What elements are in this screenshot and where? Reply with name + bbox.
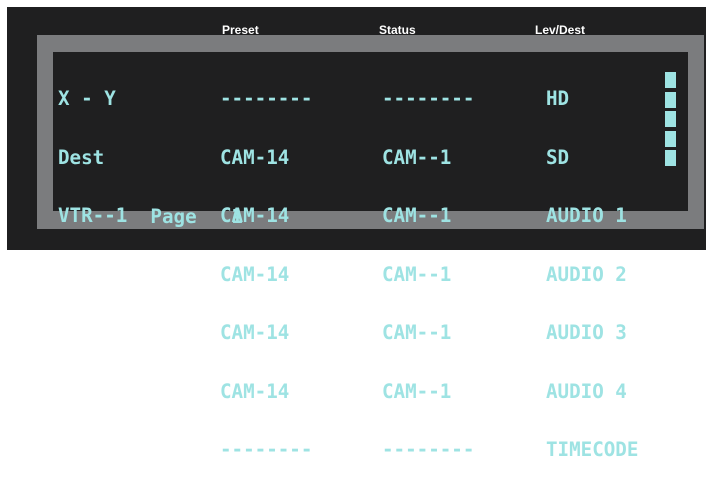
control-panel-display: Preset Status Lev/Dest X - Y Dest VTR--1… xyxy=(7,7,706,459)
lev-dest-column: HD SD AUDIO 1 AUDIO 2 AUDIO 3 AUDIO 4 TI… xyxy=(546,50,638,499)
dest-label: Dest xyxy=(58,145,105,169)
xy-label: X - Y xyxy=(58,87,116,110)
level-row-audio-2[interactable]: AUDIO 2 xyxy=(546,264,638,285)
preset-row[interactable]: CAM-14 xyxy=(220,264,312,285)
audio-4-selected-indicator xyxy=(665,150,676,166)
status-column: -------- CAM--1 CAM--1 CAM--1 CAM--1 CAM… xyxy=(382,50,474,499)
page-indicator[interactable]: Page 1 xyxy=(58,187,242,246)
level-row-audio-3[interactable]: AUDIO 3 xyxy=(546,323,638,343)
lcd-screen: X - Y Dest VTR--1 Page 1 -------- CAM-14… xyxy=(53,52,688,459)
audio-2-selected-indicator xyxy=(665,111,676,127)
status-row: CAM--1 xyxy=(382,145,452,169)
preset-row[interactable]: CAM-14 xyxy=(220,206,312,226)
preset-row[interactable]: CAM-14 xyxy=(220,147,312,168)
status-row: CAM--1 xyxy=(382,262,452,286)
audio-3-selected-indicator xyxy=(665,130,676,147)
sd-selected-indicator xyxy=(665,72,676,88)
status-row: CAM--1 xyxy=(382,321,452,344)
level-row-audio-4[interactable]: AUDIO 4 xyxy=(546,381,638,402)
display-bezel: X - Y Dest VTR--1 Page 1 -------- CAM-14… xyxy=(37,35,704,459)
status-row: -------- xyxy=(382,87,475,110)
status-row: CAM--1 xyxy=(382,204,452,227)
preset-column: -------- CAM-14 CAM-14 CAM-14 CAM-14 CAM… xyxy=(220,50,312,499)
preset-row[interactable]: -------- xyxy=(220,89,312,109)
level-row-hd[interactable]: HD xyxy=(546,89,638,109)
level-row-sd[interactable]: SD xyxy=(546,147,638,168)
audio-1-selected-indicator xyxy=(665,91,676,108)
page-label: Page xyxy=(150,204,197,228)
level-row-audio-1[interactable]: AUDIO 1 xyxy=(546,206,638,226)
preset-row[interactable]: CAM-14 xyxy=(220,323,312,343)
status-row: -------- xyxy=(382,438,475,461)
level-row-timecode[interactable]: TIMECODE xyxy=(546,440,638,460)
preset-row[interactable]: CAM-14 xyxy=(220,381,312,402)
preset-row[interactable]: -------- xyxy=(220,440,312,460)
status-row: CAM--1 xyxy=(382,379,452,403)
